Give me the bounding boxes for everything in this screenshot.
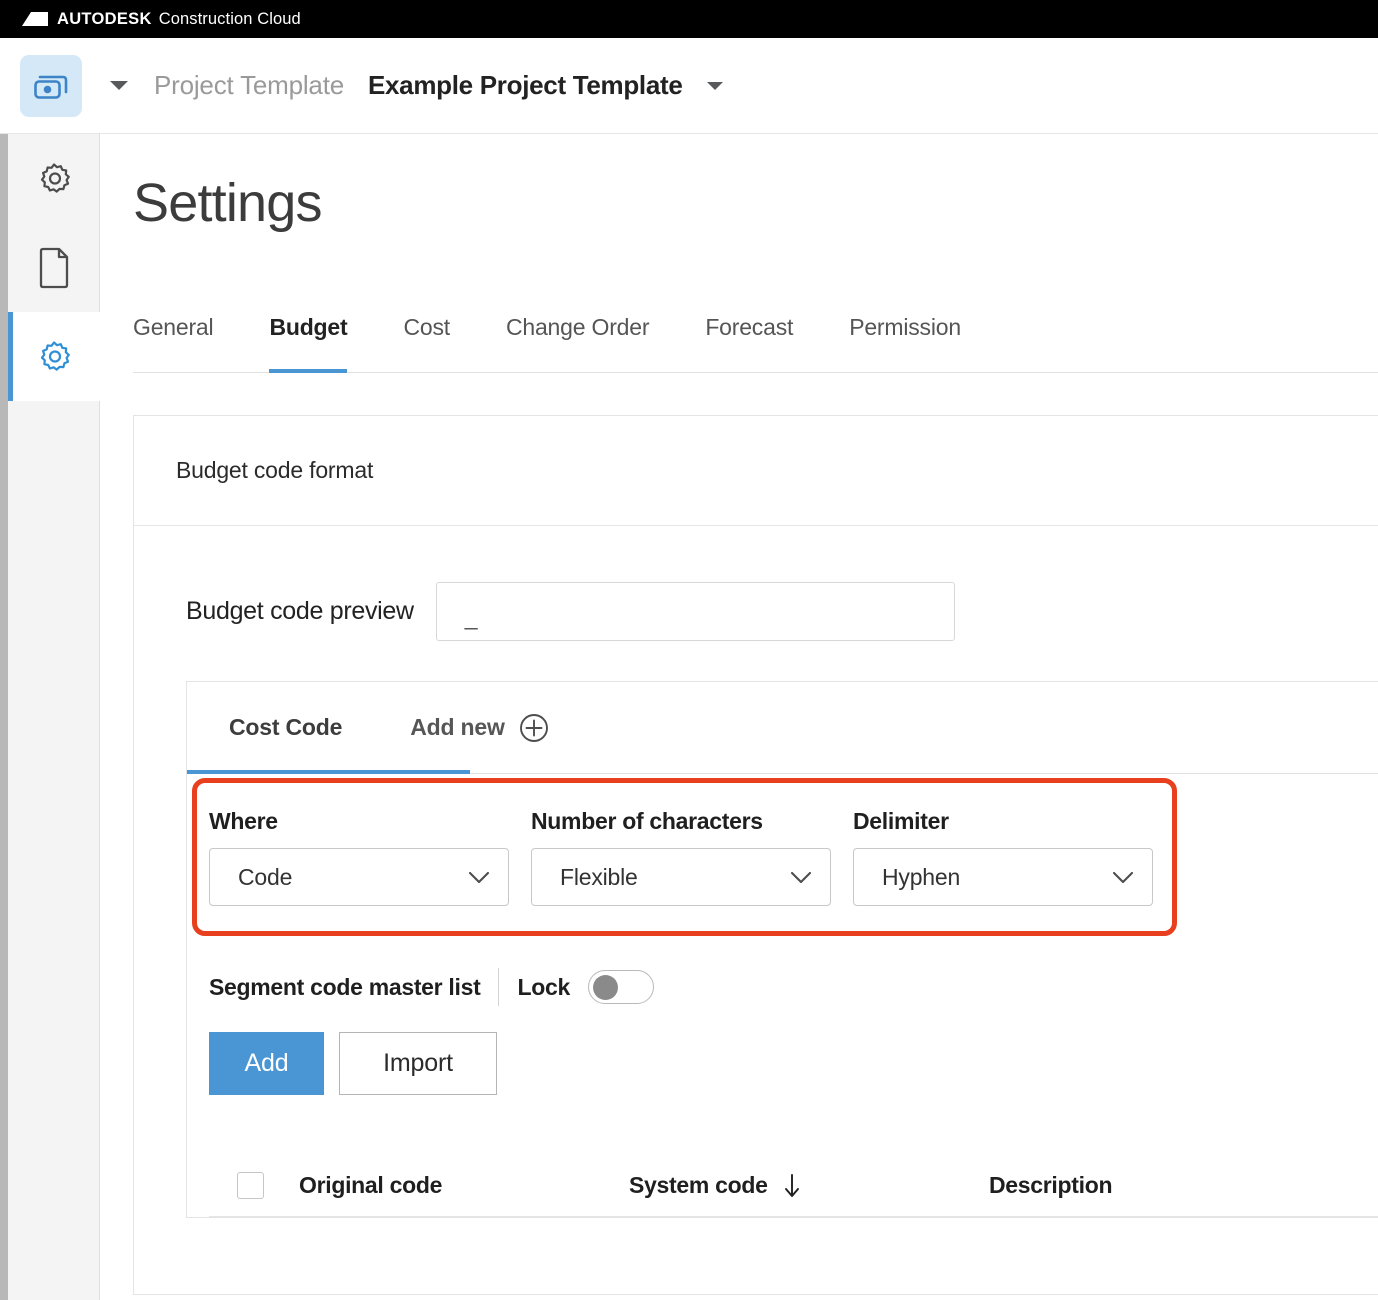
brand-name: AUTODESK [57, 9, 152, 28]
tab-forecast[interactable]: Forecast [705, 308, 793, 372]
project-header: Project Template Example Project Templat… [0, 38, 1378, 134]
column-header-description[interactable]: Description [989, 1172, 1289, 1199]
where-select-value: Code [238, 863, 293, 890]
field-delimiter-label: Delimiter [853, 808, 949, 834]
tab-budget[interactable]: Budget [269, 308, 348, 373]
tab-change-order[interactable]: Change Order [506, 308, 650, 372]
project-selector-caret-icon[interactable] [706, 81, 723, 90]
segment-master-list-title: Segment code master list [209, 973, 481, 1000]
chevron-down-icon [1112, 871, 1134, 883]
select-all-cell [209, 1172, 299, 1199]
rail-item-document[interactable] [8, 223, 100, 312]
budget-code-preview-label: Budget code preview [186, 597, 414, 625]
tab-general[interactable]: General [133, 308, 214, 372]
delimiter-select-value: Hyphen [882, 863, 961, 890]
field-number-of-characters-label: Number of characters [531, 808, 763, 834]
field-where: Where Code [209, 808, 509, 906]
chevron-down-icon [468, 871, 490, 883]
gear-icon [40, 340, 70, 371]
cost-management-icon [34, 75, 68, 99]
lock-label: Lock [517, 973, 570, 1000]
lock-toggle-knob [592, 974, 618, 1000]
segment-tab-add-new[interactable]: Add new [410, 682, 548, 773]
number-of-characters-select-value: Flexible [560, 863, 638, 890]
window-edge-strip [0, 134, 8, 1300]
gear-icon [40, 162, 70, 193]
segment-fields-section: Where Code Number of characters Flexible [187, 774, 1378, 936]
product-name: Construction Cloud [158, 9, 301, 28]
number-of-characters-select[interactable]: Flexible [531, 848, 831, 906]
breadcrumb-current: Example Project Template [367, 70, 683, 100]
document-icon [39, 247, 69, 288]
card-title: Budget code format [176, 457, 374, 483]
tab-cost[interactable]: Cost [403, 308, 450, 372]
budget-code-format-card: Budget code format Budget code preview _… [133, 415, 1378, 1295]
segment-tab-add-new-label: Add new [410, 714, 505, 740]
card-header: Budget code format [134, 416, 1378, 526]
budget-code-preview-input[interactable]: _ [435, 582, 955, 641]
field-delimiter: Delimiter Hyphen [853, 808, 1153, 906]
add-button[interactable]: Add [209, 1032, 324, 1095]
autodesk-logo-icon [22, 12, 48, 26]
tab-permission[interactable]: Permission [849, 308, 961, 372]
top-app-bar: AUTODESK Construction Cloud [0, 0, 1378, 38]
lock-toggle[interactable] [587, 970, 654, 1004]
segment-tabs: Cost Code Add new [186, 682, 1378, 774]
settings-tabs: General Budget Cost Change Order Forecas… [133, 308, 1378, 373]
select-all-checkbox[interactable] [237, 1172, 264, 1199]
segment-config-panel: Cost Code Add new Where Code Number of c… [186, 681, 1378, 1218]
field-where-label: Where [209, 808, 278, 834]
app-module-button[interactable] [20, 54, 82, 117]
budget-code-preview-row: Budget code preview _ [134, 526, 1378, 641]
left-icon-rail [8, 134, 100, 1300]
column-header-original-code[interactable]: Original code [299, 1172, 629, 1199]
segment-tab-cost-code[interactable]: Cost Code [186, 682, 471, 774]
divider [498, 968, 500, 1006]
table-header-row: Original code System code Description [209, 1155, 1378, 1217]
delimiter-select[interactable]: Hyphen [853, 848, 1153, 906]
field-number-of-characters: Number of characters Flexible [531, 808, 831, 906]
chevron-down-icon [790, 871, 812, 883]
where-select[interactable]: Code [209, 848, 509, 906]
import-button[interactable]: Import [339, 1032, 497, 1095]
breadcrumb-parent[interactable]: Project Template [154, 70, 344, 101]
segment-master-list-row: Segment code master list Lock [187, 906, 1378, 1006]
segment-code-table: Original code System code Description [209, 1155, 1378, 1217]
column-header-system-code-label: System code [629, 1172, 768, 1198]
segment-actions: Add Import [187, 1006, 1378, 1095]
segment-fields: Where Code Number of characters Flexible [209, 808, 1378, 906]
page-title: Settings [133, 173, 323, 233]
main-content: Settings General Budget Cost Change Orde… [101, 134, 1378, 1300]
rail-item-settings-top[interactable] [8, 134, 100, 223]
breadcrumb-caret-icon[interactable] [110, 81, 128, 90]
rail-item-settings-active[interactable] [8, 312, 100, 401]
plus-circle-icon [519, 713, 548, 742]
column-header-system-code[interactable]: System code [629, 1172, 989, 1199]
segment-tab-cost-code-label: Cost Code [229, 714, 343, 740]
arrow-down-icon [784, 1173, 799, 1197]
